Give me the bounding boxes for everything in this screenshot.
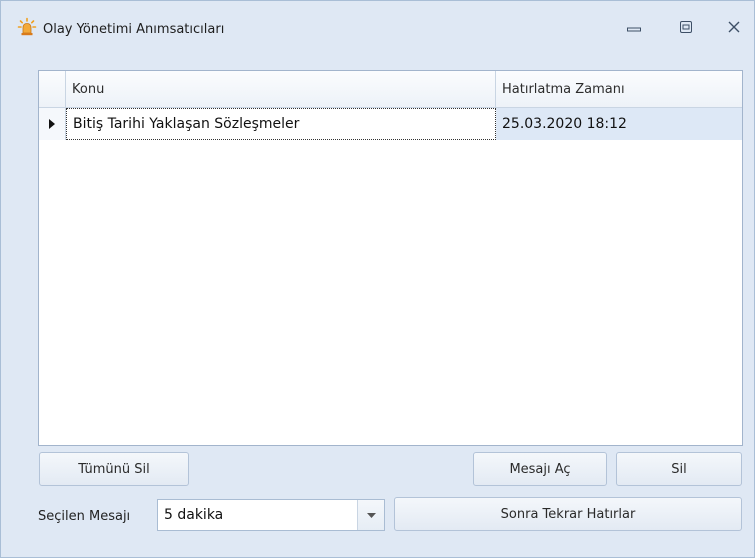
snooze-label: Seçilen Mesajı	[38, 509, 131, 524]
header-indicator-cell	[39, 71, 66, 107]
cell-konu[interactable]: Bitiş Tarihi Yaklaşan Sözleşmeler	[66, 108, 496, 140]
snooze-duration-value: 5 dakika	[164, 507, 224, 523]
minimize-icon[interactable]	[621, 16, 647, 38]
snooze-duration-select[interactable]: 5 dakika	[157, 499, 385, 531]
cell-hatirlatma-zamani[interactable]: 25.03.2020 18:12	[496, 108, 742, 140]
row-selector-arrow-icon[interactable]	[39, 108, 66, 140]
snooze-button[interactable]: Sonra Tekrar Hatırlar	[394, 497, 742, 531]
chevron-down-icon[interactable]	[357, 500, 384, 530]
window-title: Olay Yönetimi Anımsatıcıları	[43, 22, 225, 37]
open-message-button[interactable]: Mesajı Aç	[473, 452, 607, 486]
column-header-konu[interactable]: Konu	[66, 71, 496, 107]
reminders-grid[interactable]: Konu Hatırlatma Zamanı Bitiş Tarihi Yakl…	[38, 70, 743, 446]
grid-header: Konu Hatırlatma Zamanı	[39, 71, 742, 108]
reminders-window: Olay Yönetimi Anımsatıcıları Konu Hatırl…	[0, 0, 755, 558]
table-row[interactable]: Bitiş Tarihi Yaklaşan Sözleşmeler 25.03.…	[39, 108, 742, 140]
maximize-icon[interactable]	[673, 16, 699, 38]
close-icon[interactable]	[721, 16, 747, 38]
title-bar[interactable]: Olay Yönetimi Anımsatıcıları	[1, 1, 754, 45]
delete-button[interactable]: Sil	[616, 452, 742, 486]
delete-all-button[interactable]: Tümünü Sil	[39, 452, 189, 486]
bell-alarm-icon	[17, 17, 37, 37]
column-header-hatirlatma-zamani[interactable]: Hatırlatma Zamanı	[496, 71, 742, 107]
